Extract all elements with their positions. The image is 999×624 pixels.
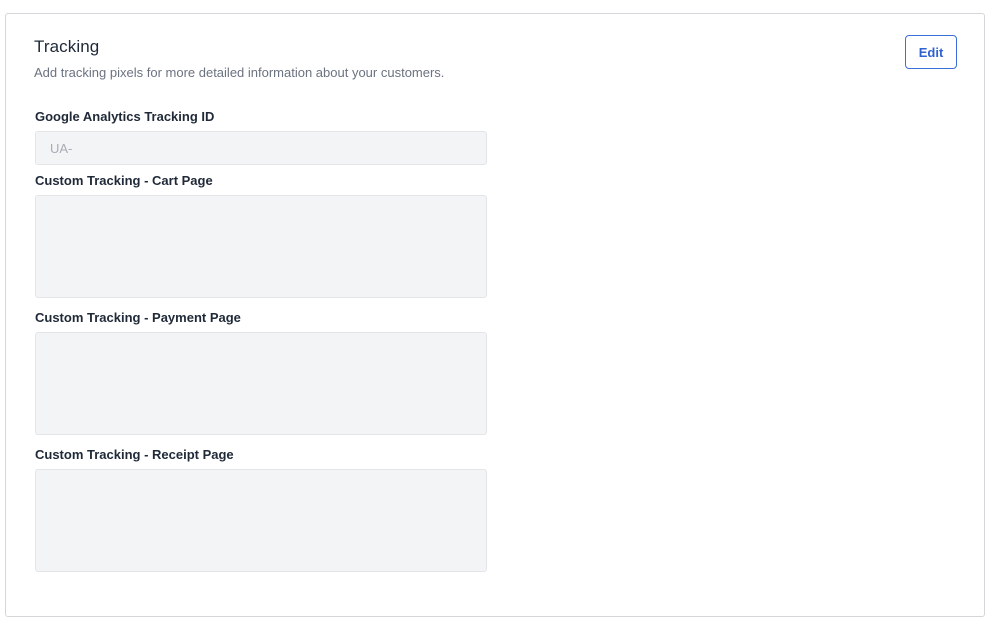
tracking-card: Tracking Add tracking pixels for more de…: [5, 13, 985, 617]
section-subtitle: Add tracking pixels for more detailed in…: [34, 65, 445, 80]
ga-tracking-id-label: Google Analytics Tracking ID: [35, 109, 215, 124]
edit-button[interactable]: Edit: [905, 35, 957, 69]
ga-tracking-id-input[interactable]: [35, 131, 487, 165]
cart-page-tracking-label: Custom Tracking - Cart Page: [35, 173, 213, 188]
receipt-page-tracking-textarea[interactable]: [35, 469, 487, 572]
section-title: Tracking: [34, 37, 100, 56]
cart-page-tracking-textarea[interactable]: [35, 195, 487, 298]
receipt-page-tracking-label: Custom Tracking - Receipt Page: [35, 447, 234, 462]
payment-page-tracking-textarea[interactable]: [35, 332, 487, 435]
payment-page-tracking-label: Custom Tracking - Payment Page: [35, 310, 241, 325]
